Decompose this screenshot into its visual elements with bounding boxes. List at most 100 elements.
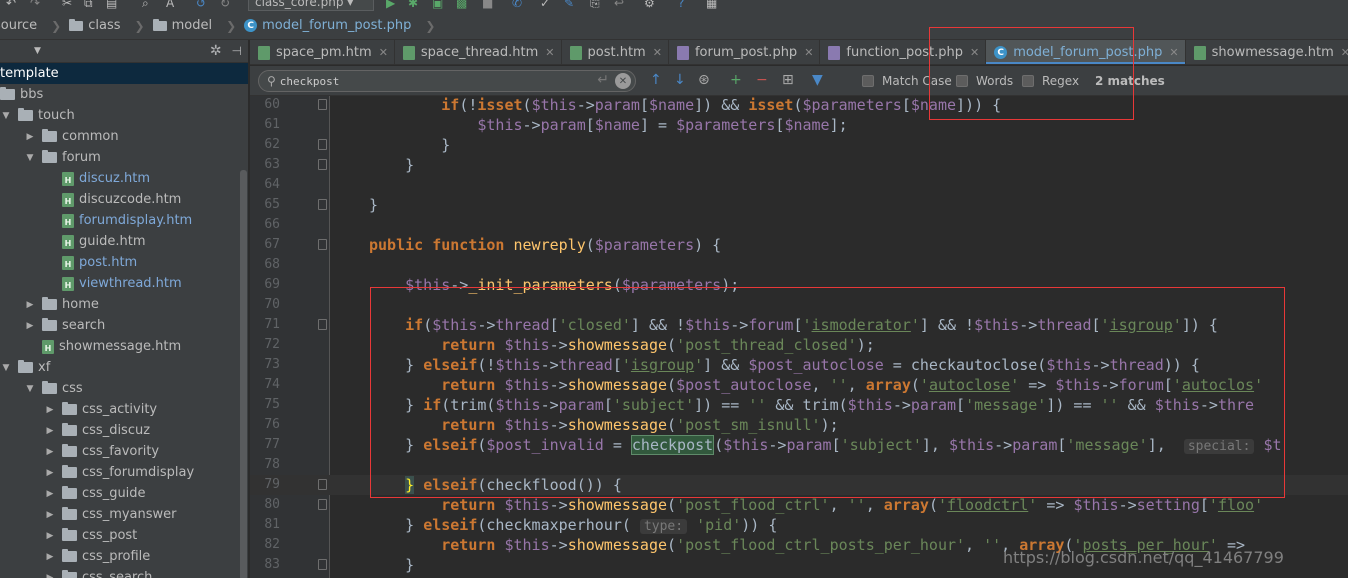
tree-folder-item[interactable]: ▶ css_activity <box>0 399 248 420</box>
tree-folder-item[interactable]: ▶ css_myanswer <box>0 504 248 525</box>
undo-icon[interactable]: ↺ <box>196 0 206 10</box>
close-icon[interactable]: ✕ <box>379 46 388 59</box>
help-icon[interactable]: ? <box>678 0 684 10</box>
chevron-down-icon[interactable]: ▼ <box>34 46 41 56</box>
breadcrumb-item[interactable]: C model_forum_post.php <box>238 16 419 36</box>
find-all-icon[interactable]: ⊛ <box>698 72 710 88</box>
tree-folder-item[interactable]: ▶ common <box>0 126 248 147</box>
back-icon[interactable]: ↶ <box>6 0 16 10</box>
fold-marker-icon[interactable] <box>318 99 327 110</box>
tree-file-item[interactable]: ▶Hdiscuz.htm <box>0 168 248 189</box>
run-config-select[interactable]: class_core.php ▾ <box>248 0 374 11</box>
chevron-down-icon[interactable]: ▼ <box>24 384 36 394</box>
paste-icon[interactable]: ▤ <box>106 0 117 10</box>
remove-occurrence-icon[interactable]: − <box>756 72 768 88</box>
tree-folder-item[interactable]: ▼ xf <box>0 357 248 378</box>
chevron-right-icon[interactable]: ▶ <box>44 573 56 578</box>
chevron-right-icon[interactable]: ▶ <box>44 426 56 436</box>
filter-icon[interactable]: ▼ <box>812 72 823 88</box>
fold-marker-icon[interactable] <box>318 479 327 490</box>
tree-folder-item[interactable]: ▶ home <box>0 294 248 315</box>
select-all-occurrences-icon[interactable]: ⊞ <box>782 72 794 88</box>
tree-folder-item[interactable]: ▶template <box>0 63 248 84</box>
fold-marker-icon[interactable] <box>318 199 327 210</box>
replace-icon[interactable]: A <box>166 0 174 10</box>
tree-folder-item[interactable]: ▼ css <box>0 378 248 399</box>
chevron-right-icon[interactable]: ▶ <box>44 510 56 520</box>
tree-folder-item[interactable]: ▶ css_profile <box>0 546 248 567</box>
fold-marker-icon[interactable] <box>318 139 327 150</box>
fold-marker-icon[interactable] <box>318 559 327 570</box>
revert-icon[interactable]: ↩ <box>614 0 624 10</box>
tree-file-item[interactable]: ▶Hpost.htm <box>0 252 248 273</box>
clear-search-icon[interactable]: ✕ <box>615 73 631 89</box>
redo-icon[interactable]: ↻ <box>220 0 230 10</box>
breadcrumb-item[interactable]: source <box>0 16 45 36</box>
tree-folder-item[interactable]: ▶ css_discuz <box>0 420 248 441</box>
coverage-icon[interactable]: ▣ <box>432 0 443 10</box>
stop-icon[interactable]: ■ <box>482 0 493 10</box>
settings-icon[interactable]: ⚙ <box>644 0 655 10</box>
tab-space-pm-htm[interactable]: space_pm.htm ✕ <box>250 40 395 64</box>
fold-marker-icon[interactable] <box>318 499 327 510</box>
validate-icon[interactable]: ✓ <box>540 0 550 10</box>
tree-file-item[interactable]: ▶Hforumdisplay.htm <box>0 210 248 231</box>
tree-file-item[interactable]: ▶Hguide.htm <box>0 231 248 252</box>
tree-folder-item[interactable]: ▶ css_forumdisplay <box>0 462 248 483</box>
add-occurrence-icon[interactable]: + <box>730 72 742 88</box>
forward-icon[interactable]: ↷ <box>30 0 40 10</box>
tab-space-thread-htm[interactable]: space_thread.htm ✕ <box>395 40 562 64</box>
chevron-right-icon[interactable]: ▶ <box>44 468 56 478</box>
search-input[interactable]: ⚲ checkpost ↵ ✕ <box>258 70 636 92</box>
tree-folder-item[interactable]: ▶ css_search <box>0 567 248 578</box>
tree-folder-item[interactable]: ▼ touch <box>0 105 248 126</box>
fold-marker-icon[interactable] <box>318 159 327 170</box>
hide-panel-icon[interactable]: ⊣ <box>232 44 242 58</box>
tree-file-item[interactable]: ▶Hshowmessage.htm <box>0 336 248 357</box>
tree-file-item[interactable]: ▶Hdiscuzcode.htm <box>0 189 248 210</box>
tree-folder-item[interactable]: ▶ css_favority <box>0 441 248 462</box>
debug-icon[interactable]: ✱ <box>408 0 418 10</box>
vcs-icon[interactable]: ✎ <box>564 0 574 10</box>
close-icon[interactable]: ✕ <box>1341 46 1348 59</box>
sidebar-scrollbar[interactable] <box>240 170 247 578</box>
breadcrumb-item[interactable]: class <box>63 16 128 36</box>
history-icon[interactable]: ⎘ <box>590 0 600 10</box>
chevron-right-icon[interactable]: ▶ <box>44 531 56 541</box>
chevron-down-icon[interactable]: ▼ <box>24 153 36 163</box>
breadcrumb-item[interactable]: model <box>147 16 220 36</box>
tab-forum-post-php[interactable]: forum_post.php ✕ <box>669 40 821 64</box>
tab-post-htm[interactable]: post.htm ✕ <box>562 40 669 64</box>
close-icon[interactable]: ✕ <box>804 46 813 59</box>
chevron-right-icon[interactable]: ▶ <box>44 405 56 415</box>
chevron-right-icon[interactable]: ▶ <box>44 447 56 457</box>
next-occurrence-icon[interactable]: ↓ <box>674 72 686 88</box>
tab-showmessage-htm[interactable]: showmessage.htm ✕ <box>1186 40 1348 64</box>
previous-occurrence-icon[interactable]: ↑ <box>650 72 662 88</box>
gear-icon[interactable]: ✲ <box>210 43 222 59</box>
fold-marker-icon[interactable] <box>318 319 327 330</box>
terminal-icon[interactable]: ▦ <box>706 0 717 10</box>
tree-folder-item[interactable]: ▶ search <box>0 315 248 336</box>
chevron-right-icon[interactable]: ▶ <box>24 321 36 331</box>
copy-icon[interactable]: ⧉ <box>84 0 93 10</box>
chevron-down-icon[interactable]: ▼ <box>0 111 12 121</box>
chevron-down-icon[interactable]: ▼ <box>0 363 12 373</box>
close-icon[interactable]: ✕ <box>653 46 662 59</box>
cut-icon[interactable]: ✂ <box>62 0 72 10</box>
close-icon[interactable]: ✕ <box>545 46 554 59</box>
run-icon[interactable]: ▶ <box>386 0 395 10</box>
tree-folder-item[interactable]: ▶bbs <box>0 84 248 105</box>
chevron-right-icon[interactable]: ▶ <box>24 300 36 310</box>
fold-marker-icon[interactable] <box>318 239 327 250</box>
close-icon[interactable]: ✕ <box>1169 46 1178 59</box>
chevron-right-icon[interactable]: ▶ <box>44 552 56 562</box>
chevron-right-icon[interactable]: ▶ <box>44 489 56 499</box>
chevron-right-icon[interactable]: ▶ <box>24 132 36 142</box>
profile-icon[interactable]: ▩ <box>456 0 467 10</box>
tree-folder-item[interactable]: ▶ css_guide <box>0 483 248 504</box>
tree-folder-item[interactable]: ▶ css_post <box>0 525 248 546</box>
listen-icon[interactable]: ✆ <box>512 0 522 10</box>
find-icon[interactable]: ⌕ <box>142 0 149 10</box>
tree-folder-item[interactable]: ▼ forum <box>0 147 248 168</box>
